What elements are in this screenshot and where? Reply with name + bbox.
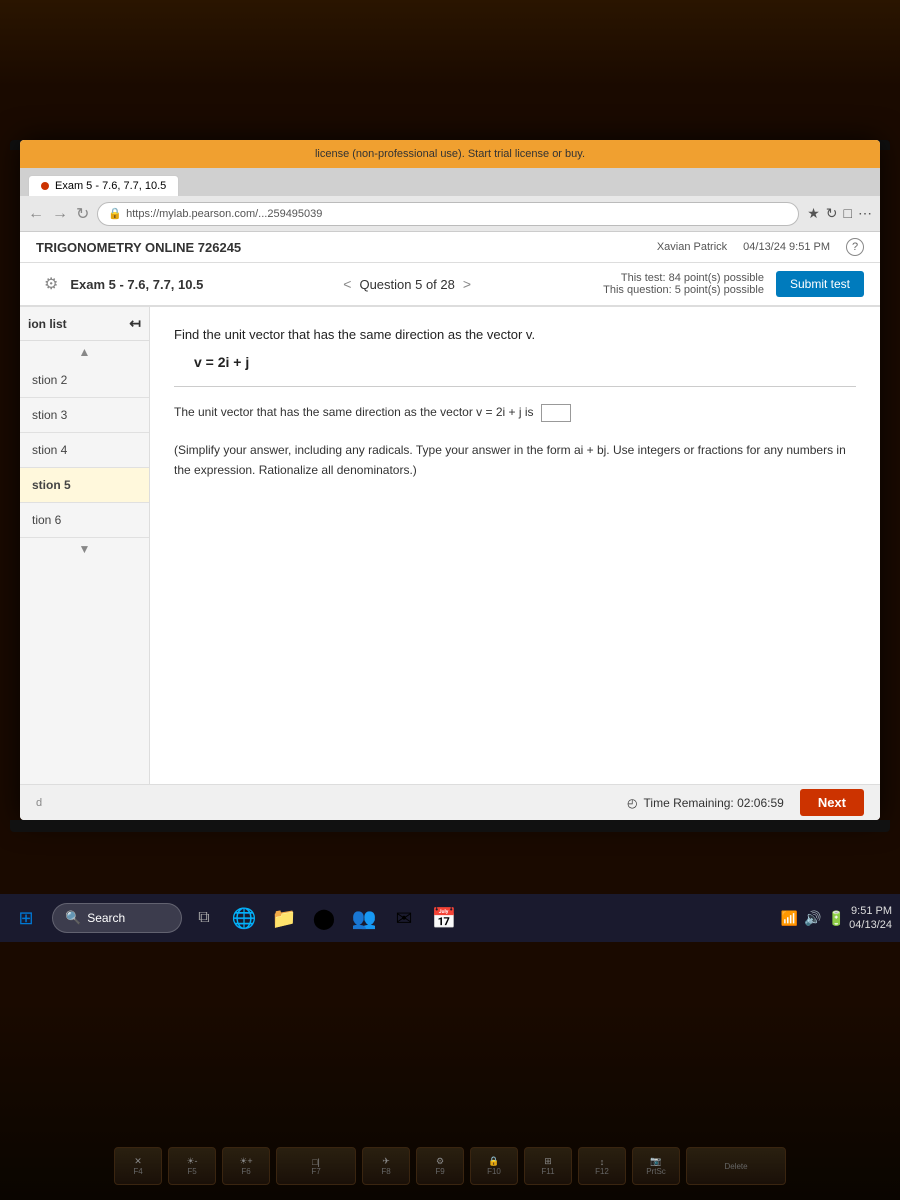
clock-icon: ◴ (627, 796, 637, 810)
active-tab[interactable]: Exam 5 - 7.6, 7.7, 10.5 (28, 175, 179, 196)
key-f9[interactable]: ⚙ F9 (416, 1147, 464, 1185)
bottom-left-label: d (36, 797, 42, 809)
vector-equation: v = 2i + j (174, 354, 856, 370)
license-text: license (non-professional use). Start tr… (28, 148, 872, 160)
license-banner: license (non-professional use). Start tr… (20, 140, 880, 168)
question-sidebar: ion list ↤ ▲ stion 2 stion 3 stion 4 sti… (20, 307, 150, 809)
sidebar-title: ion list (28, 317, 67, 331)
help-icon[interactable]: ? (846, 238, 864, 256)
keyboard-area: ✕ F4 ☀- F5 ☀+ F6 □| F7 ✈ F8 ⚙ F9 🔒 F10 ⊞ (0, 1000, 900, 1200)
key-x[interactable]: ✕ F4 (114, 1147, 162, 1185)
browser-bar: ← → ↻ 🔒 https://mylab.pearson.com/...259… (20, 196, 880, 232)
tab-icon[interactable]: □ (844, 205, 852, 222)
next-question-arrow[interactable]: > (463, 276, 471, 292)
taskbar-chrome-icon[interactable]: ⬤ (306, 900, 342, 936)
refresh-icon2[interactable]: ↻ (826, 205, 838, 222)
scroll-down-icon[interactable]: ▼ (20, 538, 149, 560)
battery-icon[interactable]: 🔋 (828, 910, 845, 927)
url-text: https://mylab.pearson.com/...259495039 (126, 208, 322, 220)
taskbar-mail-icon[interactable]: ✉ (386, 900, 422, 936)
wifi-icon[interactable]: 📶 (781, 910, 798, 927)
taskbar-task-view[interactable]: ⧉ (186, 900, 222, 936)
sidebar-item-6[interactable]: tion 6 (20, 503, 149, 538)
sidebar-item-3[interactable]: stion 3 (20, 398, 149, 433)
total-points: This test: 84 point(s) possible (584, 272, 764, 284)
question-info-right: This test: 84 point(s) possible This que… (584, 272, 764, 296)
taskbar: ⊞ 🔍 Search ⧉ 🌐 📁 ⬤ 👥 ✉ 📅 📶 🔊 🔋 9:51 PM 0… (0, 894, 900, 942)
system-tray: 📶 🔊 🔋 9:51 PM 04/13/24 (781, 904, 892, 933)
menu-icon[interactable]: ⋯ (858, 205, 872, 222)
time-remaining: ◴ Time Remaining: 02:06:59 (627, 796, 784, 810)
question-nav: < Question 5 of 28 > (242, 276, 572, 292)
lock-icon: 🔒 (108, 207, 122, 220)
collapse-sidebar-icon[interactable]: ↤ (129, 315, 141, 332)
tab-favicon (41, 182, 49, 190)
exam-header: ⚙ Exam 5 - 7.6, 7.7, 10.5 < Question 5 o… (20, 263, 880, 307)
user-info: Xavian Patrick 04/13/24 9:51 PM ? (657, 238, 864, 256)
next-button[interactable]: Next (800, 789, 864, 816)
clock-display[interactable]: 9:51 PM 04/13/24 (849, 904, 892, 933)
sidebar-header: ion list ↤ (20, 307, 149, 341)
key-f11[interactable]: ⊞ F11 (524, 1147, 572, 1185)
taskbar-teams-icon[interactable]: 👥 (346, 900, 382, 936)
main-content: ion list ↤ ▲ stion 2 stion 3 stion 4 sti… (20, 307, 880, 809)
forward-icon[interactable]: → (52, 205, 68, 223)
bottom-bar: d ◴ Time Remaining: 02:06:59 Next (20, 784, 880, 820)
pearson-header: TRIGONOMETRY ONLINE 726245 Xavian Patric… (20, 232, 880, 263)
answer-instruction: The unit vector that has the same direct… (174, 403, 856, 480)
user-name: Xavian Patrick (657, 241, 727, 253)
taskbar-explorer-icon[interactable]: 📁 (266, 900, 302, 936)
taskbar-search-box[interactable]: 🔍 Search (52, 903, 182, 933)
question-points: This question: 5 point(s) possible (584, 284, 764, 296)
refresh-icon[interactable]: ↻ (76, 204, 89, 224)
question-prompt: Find the unit vector that has the same d… (174, 327, 856, 342)
taskbar-time: 9:51 PM (849, 904, 892, 918)
key-prtsc[interactable]: 📷 PrtSc (632, 1147, 680, 1185)
key-f8[interactable]: ✈ F8 (362, 1147, 410, 1185)
question-content: Find the unit vector that has the same d… (150, 307, 880, 809)
taskbar-date: 04/13/24 (849, 918, 892, 932)
sidebar-item-4[interactable]: stion 4 (20, 433, 149, 468)
gear-icon[interactable]: ⚙ (44, 274, 58, 294)
submit-test-button[interactable]: Submit test (776, 271, 864, 297)
url-bar[interactable]: 🔒 https://mylab.pearson.com/...259495039 (97, 202, 799, 226)
search-icon: 🔍 (65, 910, 81, 926)
answer-divider (174, 386, 856, 387)
prev-question-arrow[interactable]: < (343, 276, 351, 292)
volume-icon[interactable]: 🔊 (804, 910, 821, 927)
tab-strip: Exam 5 - 7.6, 7.7, 10.5 (20, 168, 880, 196)
sys-tray-icons: 📶 🔊 🔋 (781, 910, 845, 927)
answer-input-box[interactable] (541, 404, 571, 422)
sidebar-item-5[interactable]: stion 5 (20, 468, 149, 503)
scroll-up-icon[interactable]: ▲ (20, 341, 149, 363)
function-key-row: ✕ F4 ☀- F5 ☀+ F6 □| F7 ✈ F8 ⚙ F9 🔒 F10 ⊞ (0, 1147, 900, 1185)
taskbar-edge-icon[interactable]: 🌐 (226, 900, 262, 936)
key-f12[interactable]: ↕ F12 (578, 1147, 626, 1185)
time-remaining-text: Time Remaining: 02:06:59 (644, 796, 784, 810)
sidebar-item-2[interactable]: stion 2 (20, 363, 149, 398)
windows-start-button[interactable]: ⊞ (8, 900, 44, 936)
star-icon[interactable]: ★ (807, 205, 820, 222)
browser-icons: ★ ↻ □ ⋯ (807, 205, 872, 222)
key-f6[interactable]: ☀+ F6 (222, 1147, 270, 1185)
key-f10[interactable]: 🔒 F10 (470, 1147, 518, 1185)
key-delete[interactable]: Delete (686, 1147, 786, 1185)
tab-label: Exam 5 - 7.6, 7.7, 10.5 (55, 180, 166, 192)
search-label: Search (87, 911, 125, 925)
site-title: TRIGONOMETRY ONLINE 726245 (36, 240, 241, 255)
taskbar-calendar-icon[interactable]: 📅 (426, 900, 462, 936)
back-icon[interactable]: ← (28, 205, 44, 223)
key-f7[interactable]: □| F7 (276, 1147, 356, 1185)
exam-title: Exam 5 - 7.6, 7.7, 10.5 (70, 277, 230, 292)
key-f5[interactable]: ☀- F5 (168, 1147, 216, 1185)
date-time: 04/13/24 9:51 PM (743, 241, 830, 253)
question-label: Question 5 of 28 (359, 277, 454, 292)
